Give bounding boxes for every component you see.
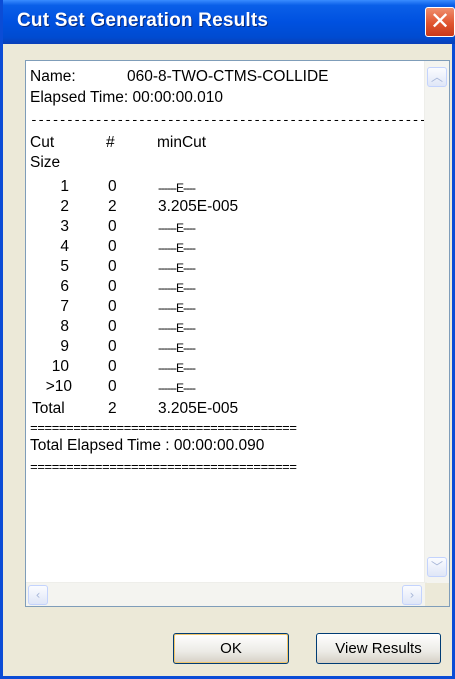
arrow-right-icon[interactable]: › (402, 585, 422, 605)
row-count: 2 (108, 198, 117, 215)
row-mincut: ------E---- (158, 181, 196, 195)
row-count: 0 (108, 318, 117, 335)
arrow-down-icon[interactable]: ﹀ (427, 557, 447, 577)
ok-button[interactable]: OK (173, 633, 289, 664)
name-value: 060-8-TWO-CTMS-COLLIDE (127, 68, 329, 85)
row-size: 6 (60, 278, 69, 295)
close-icon: ✕ (429, 7, 451, 35)
row-mincut: ------E---- (158, 341, 196, 355)
row-size: 2 (60, 198, 69, 215)
row-count: 0 (108, 238, 117, 255)
horizontal-scrollbar[interactable]: ‹ › (26, 582, 427, 606)
row-mincut: ------E---- (158, 261, 196, 275)
scrollbar-corner (425, 583, 449, 606)
row-count: 0 (108, 278, 117, 295)
row-mincut: ------E---- (158, 301, 196, 315)
row-size: 8 (60, 318, 69, 335)
row-size: 9 (60, 338, 69, 355)
dash-separator: ----------------------------------------… (30, 113, 426, 128)
row-mincut: ------E---- (158, 221, 196, 235)
results-text: Name: 060-8-TWO-CTMS-COLLIDE Elapsed Tim… (26, 61, 426, 581)
elapsed-time: Elapsed Time: 00:00:00.010 (30, 89, 224, 106)
row-count: 0 (108, 178, 117, 195)
total-label: Total (32, 400, 65, 417)
row-size: 1 (60, 178, 69, 195)
row-mincut: ------E---- (158, 381, 196, 395)
window-title: Cut Set Generation Results (17, 10, 269, 31)
row-count: 0 (108, 258, 117, 275)
title-bar[interactable]: Cut Set Generation Results ✕ (3, 0, 455, 44)
row-mincut: ------E---- (158, 321, 196, 335)
row-size: 10 (51, 358, 69, 375)
arrow-up-icon[interactable]: ︿ (427, 67, 447, 87)
row-size: >10 (45, 378, 72, 395)
vertical-scrollbar[interactable]: ︿ ﹀ (424, 61, 449, 583)
view-results-button[interactable]: View Results (316, 633, 441, 664)
row-size: 7 (60, 298, 69, 315)
row-mincut: ------E---- (158, 241, 196, 255)
header-cut: Cut (30, 134, 55, 151)
total-count: 2 (108, 400, 117, 417)
header-count: # (106, 134, 115, 151)
arrow-left-icon[interactable]: ‹ (28, 585, 48, 605)
name-label: Name: (30, 68, 76, 85)
close-button[interactable]: ✕ (425, 7, 455, 37)
row-mincut: ------E---- (158, 281, 196, 295)
row-count: 0 (108, 338, 117, 355)
results-textarea[interactable]: Name: 060-8-TWO-CTMS-COLLIDE Elapsed Tim… (25, 60, 450, 607)
total-mincut: 3.205E-005 (158, 400, 239, 417)
header-size: Size (30, 154, 61, 171)
row-size: 4 (60, 238, 69, 255)
row-count: 0 (108, 358, 117, 375)
cut-set-results-dialog: Cut Set Generation Results ✕ Name: 060-8… (0, 0, 455, 679)
row-count: 0 (108, 378, 117, 395)
total-elapsed-time: Total Elapsed Time : 00:00:00.090 (30, 437, 265, 454)
row-count: 0 (108, 298, 117, 315)
row-mincut: 3.205E-005 (158, 198, 239, 215)
row-mincut: ------E---- (158, 361, 196, 375)
row-count: 0 (108, 218, 117, 235)
equals-separator-bottom: ===================================== (30, 460, 297, 475)
row-size: 3 (60, 218, 69, 235)
header-mincut: minCut (157, 134, 207, 151)
row-size: 5 (60, 258, 69, 275)
